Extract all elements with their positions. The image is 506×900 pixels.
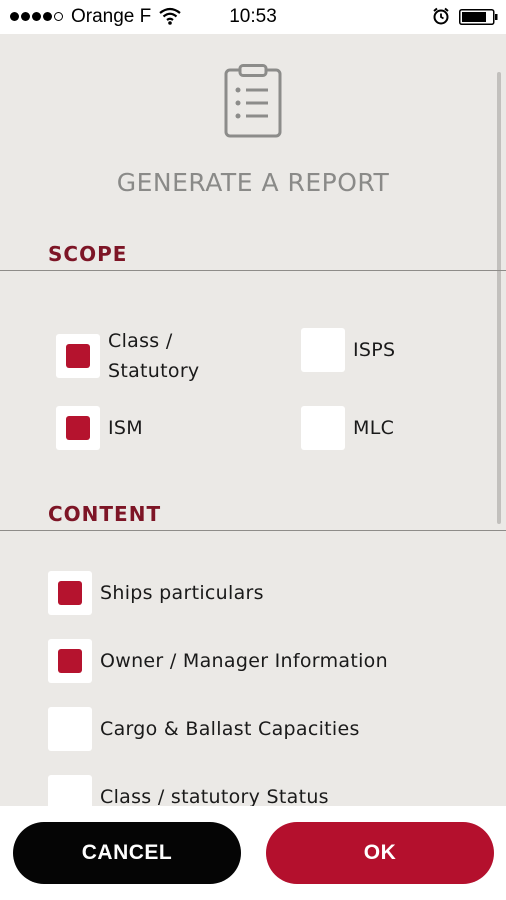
content-option-ships-particulars[interactable]: Ships particulars (48, 571, 264, 615)
scope-option-mlc[interactable]: MLC (301, 406, 394, 450)
status-bar: Orange F 10:53 (0, 0, 506, 34)
scope-option-class-statutory[interactable]: Class / Statutory (56, 326, 199, 386)
checkbox[interactable] (48, 707, 92, 751)
ok-button[interactable]: OK (266, 822, 494, 884)
footer-bar: CANCEL OK (0, 806, 506, 900)
alarm-icon (432, 7, 450, 31)
battery-icon (459, 9, 499, 31)
scope-option-isps[interactable]: ISPS (301, 328, 395, 372)
status-time: 10:53 (229, 6, 277, 27)
scope-option-label: MLC (353, 417, 395, 439)
content-heading: CONTENT (48, 502, 162, 526)
checkbox[interactable] (48, 571, 92, 615)
checkbox[interactable] (301, 328, 345, 372)
content-option-label: Class / statutory Status (100, 786, 329, 806)
checkbox[interactable] (48, 775, 92, 806)
scope-divider (0, 270, 506, 271)
cancel-button[interactable]: CANCEL (13, 822, 241, 884)
page-title: GENERATE A REPORT (116, 168, 390, 197)
content-divider (0, 530, 506, 531)
content-option-label: Cargo & Ballast Capacities (100, 718, 360, 740)
content-option-owner-manager[interactable]: Owner / Manager Information (48, 639, 388, 683)
scope-option-label: ISM (108, 417, 143, 439)
checkbox-mark (58, 581, 82, 605)
checkbox-mark (66, 344, 90, 368)
scope-option-label: ISPS (353, 339, 396, 361)
checkbox[interactable] (56, 406, 100, 450)
content-option-cargo-ballast[interactable]: Cargo & Ballast Capacities (48, 707, 360, 751)
clipboard-icon (224, 64, 282, 142)
scope-option-ism[interactable]: ISM (56, 406, 143, 450)
checkbox[interactable] (56, 334, 100, 378)
report-form[interactable]: GENERATE A REPORT SCOPE Class / Statutor… (0, 34, 506, 806)
content-option-label: Ships particulars (100, 582, 264, 604)
checkbox[interactable] (48, 639, 92, 683)
checkbox-mark (58, 649, 82, 673)
scope-option-label: Class / Statutory (108, 330, 200, 382)
content-option-label: Owner / Manager Information (100, 650, 388, 672)
scrollbar[interactable] (497, 72, 501, 524)
content-option-class-statutory-status[interactable]: Class / statutory Status (48, 775, 329, 806)
scope-heading: SCOPE (48, 242, 128, 266)
checkbox[interactable] (301, 406, 345, 450)
checkbox-mark (66, 416, 90, 440)
